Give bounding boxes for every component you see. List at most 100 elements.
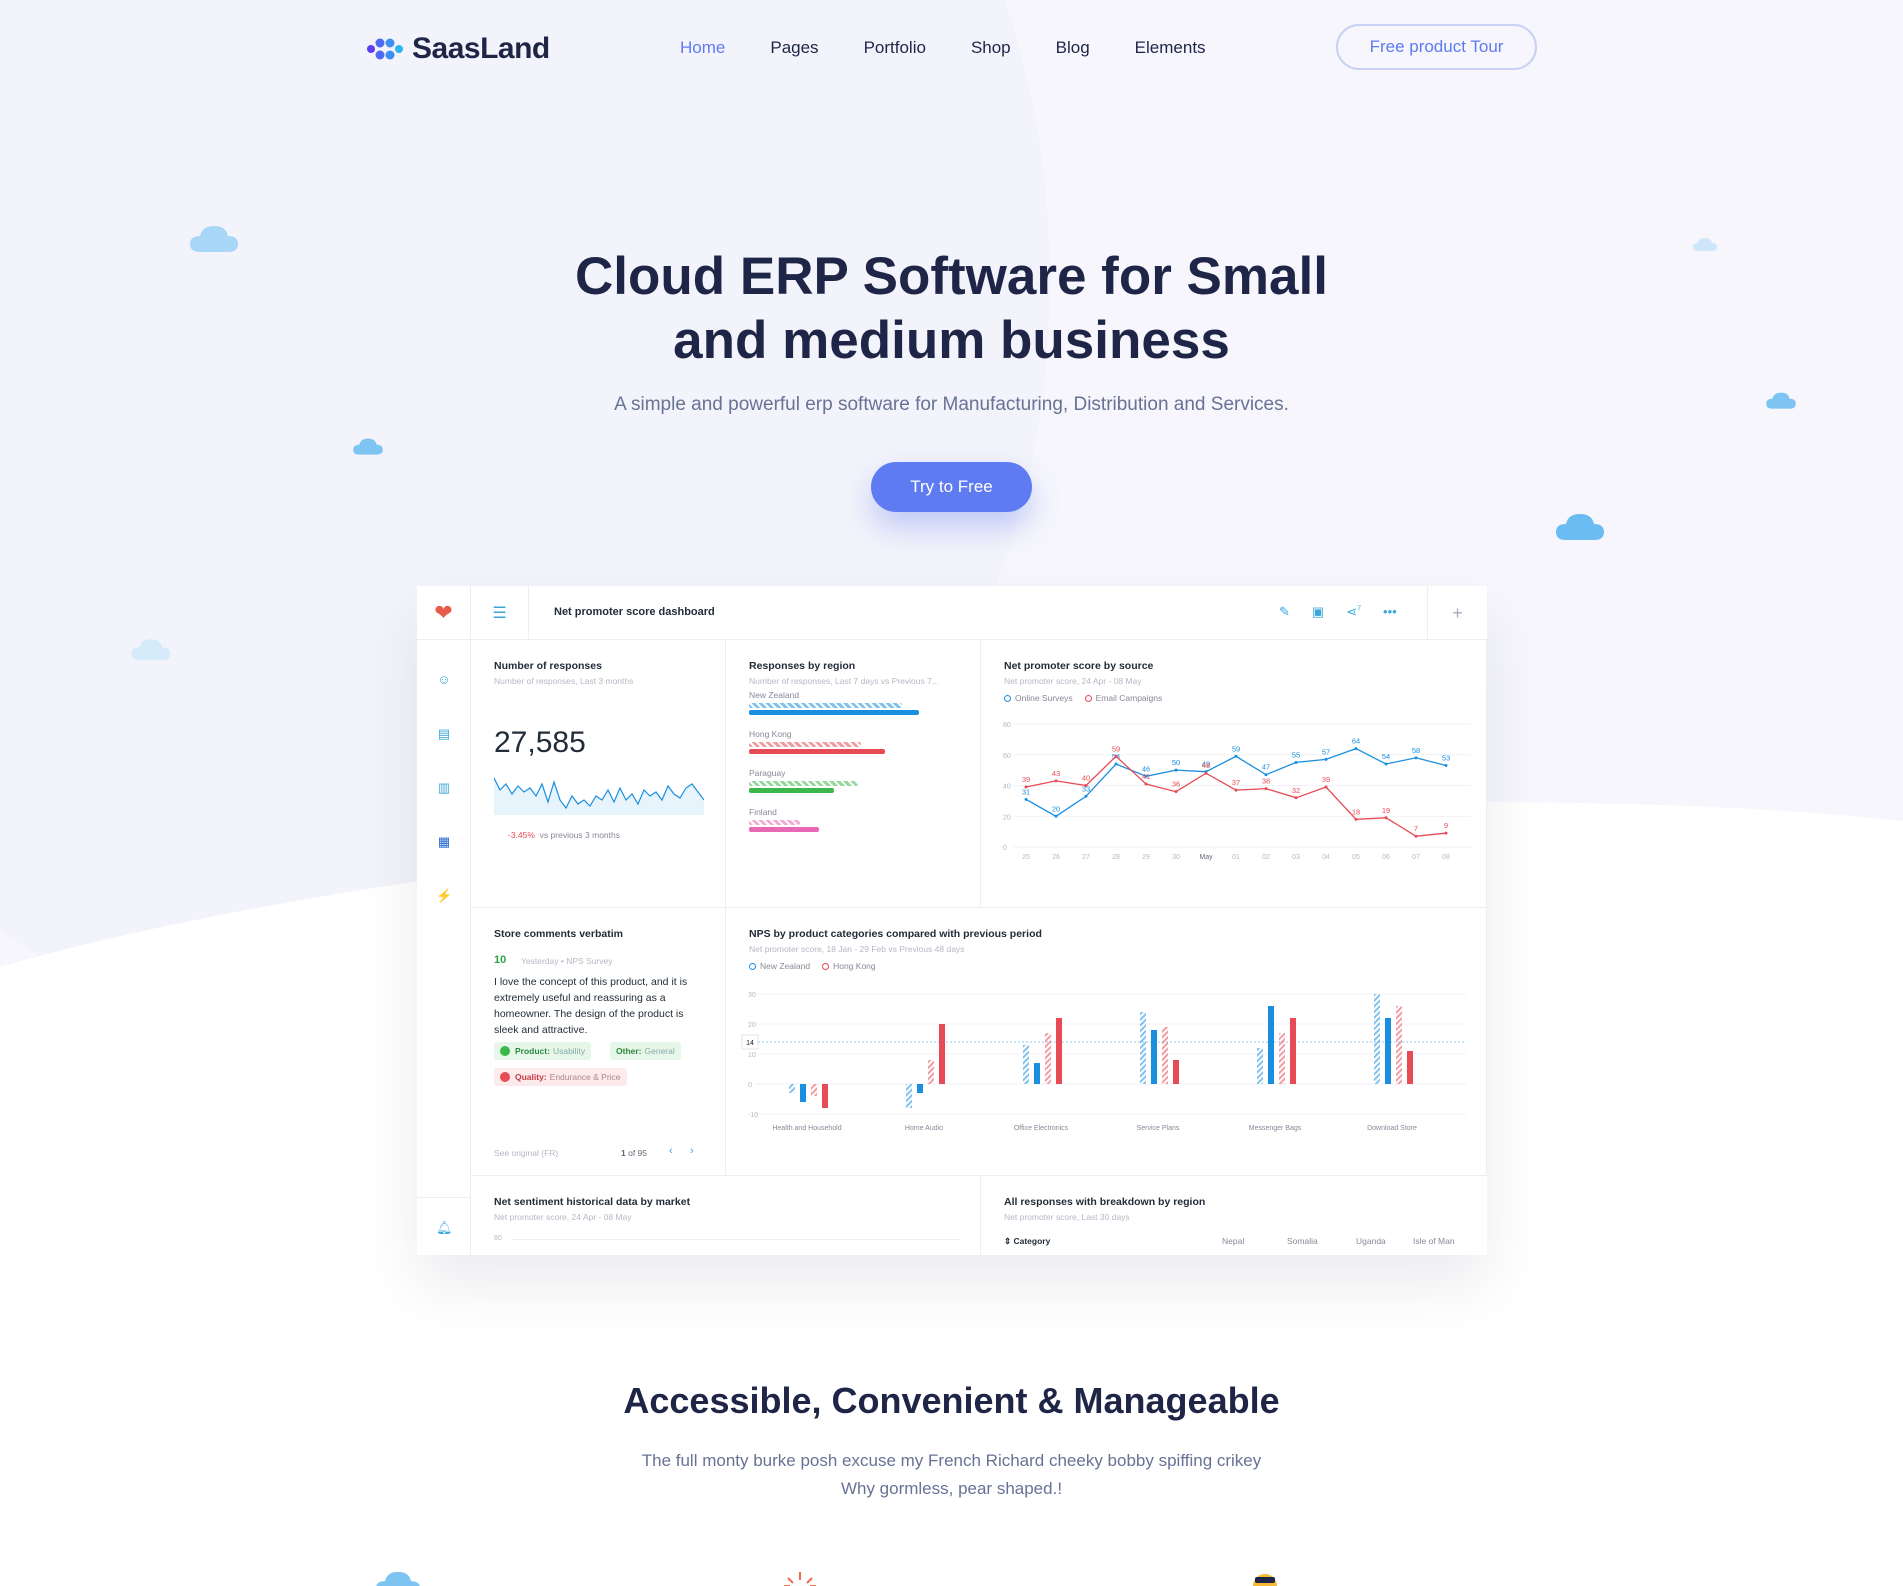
series-line	[1025, 755, 1447, 837]
free-product-tour-button[interactable]: Free product Tour	[1336, 24, 1537, 70]
cloud-icon	[188, 222, 240, 254]
menu-item-elements[interactable]: Elements	[1135, 38, 1206, 58]
hamburger-menu-icon[interactable]: ☰	[471, 586, 529, 640]
bar-previous-new-zealand	[906, 1084, 912, 1108]
main-menu: Home Pages Portfolio Shop Blog Elements	[680, 38, 1251, 58]
card-title: All responses with breakdown by region	[1004, 1196, 1206, 1208]
tag-quality[interactable]: Quality: Endurance & Price	[494, 1068, 627, 1086]
hero-subtitle: A simple and powerful erp software for M…	[614, 394, 1289, 415]
try-free-button[interactable]: Try to Free	[871, 462, 1032, 512]
bar-previous-hong-kong	[1279, 1033, 1285, 1084]
data-point	[1414, 756, 1418, 760]
bell-icon[interactable]: 🔔︎	[436, 1220, 453, 1236]
reference-label: 14	[746, 1040, 754, 1047]
menu-item-portfolio[interactable]: Portfolio	[864, 38, 926, 58]
data-label: 58	[1412, 746, 1420, 755]
data-label: 59	[1232, 744, 1240, 753]
card-subtitle: Net promoter score, 18 Jan - 29 Feb vs P…	[749, 944, 965, 954]
x-tick-label: 26	[1052, 854, 1060, 861]
bar-previous-new-zealand	[1023, 1045, 1029, 1084]
lightning-icon[interactable]: ⚡	[436, 888, 452, 904]
data-point	[1084, 794, 1088, 798]
x-tick-label: 01	[1232, 854, 1240, 861]
category-label: Health and Household	[772, 1125, 841, 1132]
bar-previous-hong-kong	[1045, 1033, 1051, 1084]
data-label: 48	[1202, 761, 1210, 770]
data-point	[1414, 834, 1418, 838]
add-widget-icon[interactable]: +	[1427, 586, 1487, 640]
sparkline-area	[494, 778, 704, 815]
bar-new-zealand	[1385, 1018, 1391, 1084]
y-tick-label: 80	[1003, 722, 1011, 729]
data-point	[1294, 796, 1298, 800]
tag-other[interactable]: Other: General	[610, 1042, 681, 1060]
menu-item-shop[interactable]: Shop	[971, 38, 1011, 58]
x-tick-label: 05	[1352, 854, 1360, 861]
pagination: 1 of 95	[621, 1148, 647, 1158]
data-point	[1234, 754, 1238, 758]
data-label: 47	[1262, 763, 1270, 772]
smiley-icon[interactable]: ☺	[436, 672, 452, 687]
bar-previous-new-zealand	[789, 1084, 795, 1093]
calendar-icon[interactable]: ▣	[1312, 604, 1324, 620]
bar-previous-hong-kong	[1162, 1027, 1168, 1084]
prev-page-icon[interactable]: ‹	[669, 1145, 673, 1157]
card-subtitle: Number of responses, Last 3 months	[494, 676, 634, 686]
features-subtitle-line2: Why gormless, pear shaped.!	[840, 1479, 1063, 1498]
bar-new-zealand	[1151, 1030, 1157, 1084]
y-tick-label: 40	[1003, 784, 1011, 791]
data-label: 36	[1172, 780, 1180, 789]
hero-title-line2: and medium business	[673, 311, 1230, 370]
comments-card: Store comments verbatim 10 Yesterday • N…	[471, 908, 726, 1176]
card-subtitle: Net promoter score, Last 30 days	[1004, 1212, 1130, 1222]
legend-email-campaigns: Email Campaigns	[1084, 693, 1162, 703]
sort-category-header[interactable]: ⇕ Category	[1004, 1236, 1050, 1247]
data-label: 18	[1352, 807, 1360, 816]
sad-face-icon	[500, 1072, 510, 1082]
more-icon[interactable]: •••	[1383, 604, 1397, 620]
data-label: 41	[1142, 772, 1150, 781]
data-point	[1384, 762, 1388, 766]
menu-item-pages[interactable]: Pages	[770, 38, 818, 58]
chat-icon[interactable]: ▤	[436, 726, 452, 742]
legend-new-zealand: New Zealand	[749, 961, 810, 971]
edit-icon[interactable]: ✎	[1279, 604, 1290, 620]
menu-item-home[interactable]: Home	[680, 38, 725, 58]
data-label: 43	[1052, 769, 1060, 778]
data-point	[1264, 787, 1268, 791]
data-point	[1054, 814, 1058, 818]
column-isle-of-man: Isle of Man	[1413, 1236, 1455, 1246]
delta-value: -3.45%	[508, 830, 535, 840]
share-icon[interactable]: ⋖7	[1346, 604, 1361, 620]
grid-icon[interactable]: ▦	[436, 834, 452, 850]
cloud-icon	[1554, 510, 1606, 542]
data-point	[1234, 788, 1238, 792]
heart-logo-icon[interactable]: ❤	[417, 586, 471, 640]
see-original-link[interactable]: See original (FR)	[494, 1148, 558, 1158]
data-point	[1444, 831, 1448, 835]
regions-card: Responses by region Number of responses,…	[726, 640, 981, 908]
tag-product[interactable]: Product: Usability	[494, 1042, 592, 1060]
y-tick-label: -10	[748, 1112, 758, 1119]
menu-item-blog[interactable]: Blog	[1056, 38, 1090, 58]
data-label: 50	[1172, 758, 1180, 767]
next-page-icon[interactable]: ›	[690, 1145, 694, 1157]
total-pages: of 95	[628, 1148, 648, 1158]
bar-new-zealand	[1268, 1006, 1274, 1084]
bar-chart-icon[interactable]: ▥	[436, 780, 452, 796]
category-label: Messenger Bags	[1249, 1125, 1302, 1132]
card-title: NPS by product categories compared with …	[749, 928, 1042, 940]
region-label: Paraguay	[749, 768, 786, 778]
region-bar-previous	[749, 781, 858, 786]
sparkle-icon	[780, 1570, 820, 1586]
category-label: Office Electronics	[1014, 1125, 1069, 1132]
brand-logo[interactable]: SaasLand	[366, 32, 550, 66]
hero-title-line1: Cloud ERP Software for Small	[575, 247, 1328, 306]
card-subtitle: Net promoter score, 24 Apr - 08 May	[494, 1212, 632, 1222]
data-point	[1324, 785, 1328, 789]
region-bar-current	[749, 788, 834, 793]
brand-name: SaasLand	[412, 32, 550, 65]
dashboard-title: Net promoter score dashboard	[554, 606, 715, 618]
nps-categories-card: NPS by product categories compared with …	[726, 908, 1487, 1176]
responses-card: Number of responses Number of responses,…	[471, 640, 726, 908]
